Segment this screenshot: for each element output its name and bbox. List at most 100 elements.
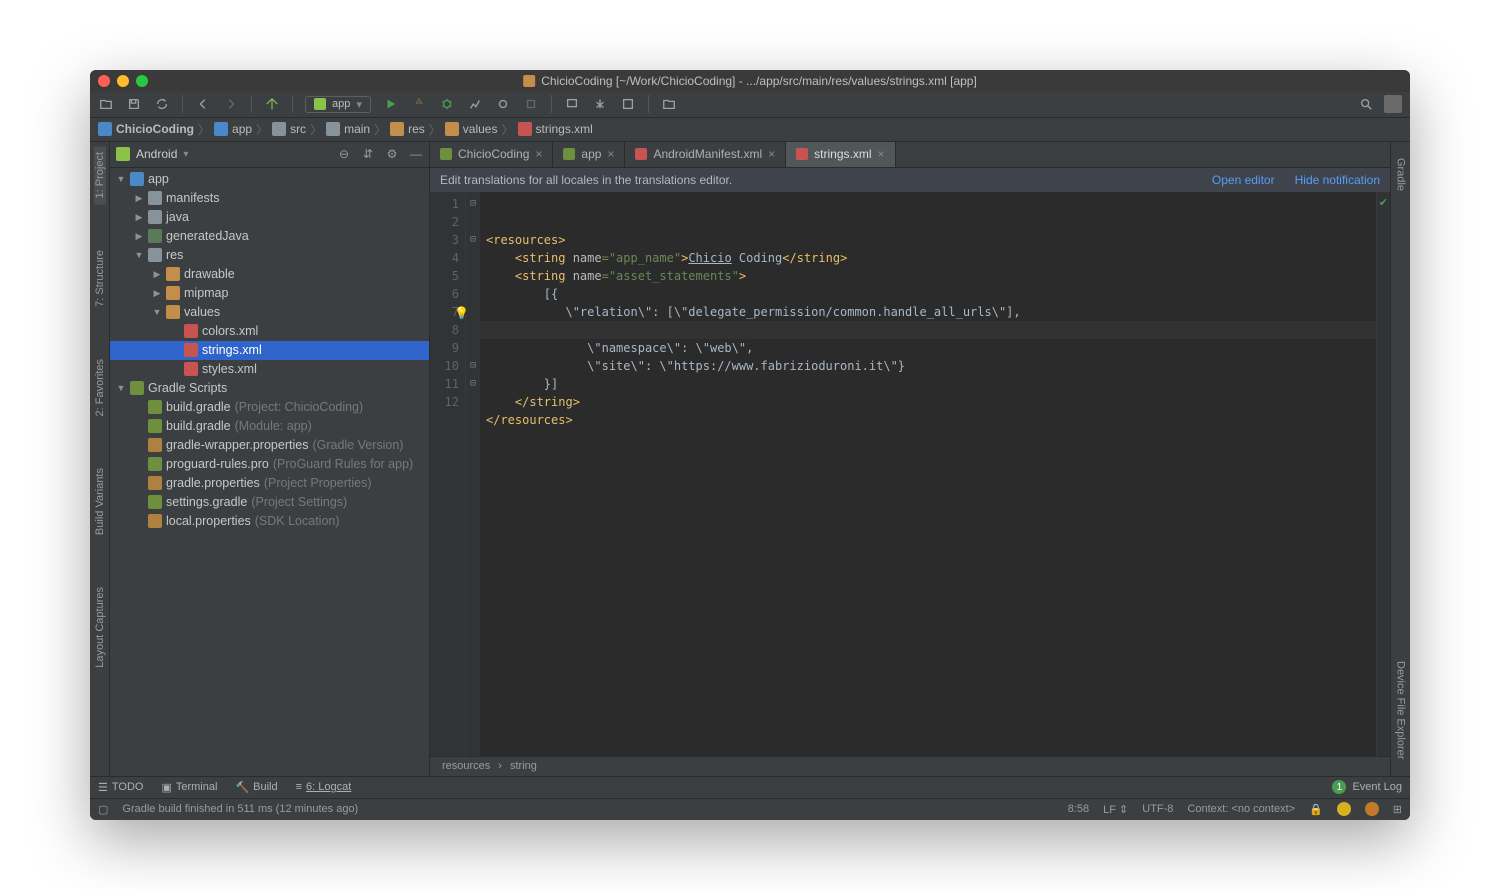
sync-icon[interactable] <box>154 96 170 112</box>
attach-debugger-icon[interactable] <box>495 96 511 112</box>
line-ending[interactable]: LF ⇕ <box>1103 803 1128 816</box>
android-head-icon <box>116 147 130 161</box>
tool-device-explorer[interactable]: Device File Explorer <box>1395 655 1407 765</box>
breadcrumb-item[interactable]: app <box>214 122 252 136</box>
status-square-icon[interactable]: ▢ <box>98 803 108 816</box>
fold-gutter[interactable]: ⊟⊟⊟⊟ <box>466 192 480 756</box>
run-config-selector[interactable]: app▾ <box>305 96 371 113</box>
breadcrumb-item[interactable]: res <box>390 122 425 136</box>
context[interactable]: Context: <no context> <box>1187 803 1295 815</box>
tree-node[interactable]: manifests <box>110 189 429 208</box>
tree-node[interactable]: values <box>110 303 429 322</box>
breadcrumb-item[interactable]: main <box>326 122 370 136</box>
stop-icon[interactable] <box>523 96 539 112</box>
close-tab-icon[interactable]: × <box>535 147 542 161</box>
save-icon[interactable] <box>126 96 142 112</box>
layout-inspector-icon[interactable] <box>620 96 636 112</box>
tree-node[interactable]: gradle-wrapper.properties(Gradle Version… <box>110 436 429 455</box>
close-tab-icon[interactable]: × <box>768 147 775 161</box>
forward-icon[interactable] <box>223 96 239 112</box>
tree-node[interactable]: drawable <box>110 265 429 284</box>
tool-structure[interactable]: 7: Structure <box>94 244 106 313</box>
intention-bulb-icon[interactable]: 💡 <box>454 304 468 318</box>
tree-node[interactable]: strings.xml <box>110 341 429 360</box>
line-gutter[interactable]: 123456789101112 <box>430 192 466 756</box>
tree-node[interactable]: mipmap <box>110 284 429 303</box>
tool-gradle[interactable]: Gradle <box>1395 152 1407 197</box>
sdk-manager-icon[interactable] <box>592 96 608 112</box>
left-tool-strip: 1: Project 7: Structure 2: Favorites Bui… <box>90 142 110 776</box>
settings-filter-icon[interactable]: ⇵ <box>361 147 375 161</box>
tree-node[interactable]: colors.xml <box>110 322 429 341</box>
tree-node[interactable]: styles.xml <box>110 360 429 379</box>
breadcrumb-item[interactable]: ChicioCoding <box>98 122 194 136</box>
editor-tab[interactable]: ChicioCoding× <box>430 142 553 167</box>
tree-node[interactable]: app <box>110 170 429 189</box>
debug-icon[interactable] <box>439 96 455 112</box>
editor-tab[interactable]: app× <box>553 142 625 167</box>
tool-terminal[interactable]: ▣ Terminal <box>161 781 217 794</box>
search-icon[interactable] <box>1358 96 1374 112</box>
status-bar: ▢ Gradle build finished in 511 ms (12 mi… <box>90 798 1410 820</box>
editor-breadcrumb[interactable]: resources›string <box>430 756 1390 776</box>
hide-icon[interactable]: — <box>409 147 423 161</box>
make-icon[interactable] <box>264 96 280 112</box>
editor-tab[interactable]: AndroidManifest.xml× <box>625 142 786 167</box>
run-icon[interactable] <box>383 96 399 112</box>
tree-node[interactable]: build.gradle(Project: ChicioCoding) <box>110 398 429 417</box>
open-icon[interactable] <box>98 96 114 112</box>
tool-event-log[interactable]: Event Log <box>1352 781 1402 793</box>
hide-notification-link[interactable]: Hide notification <box>1295 173 1380 187</box>
close-tab-icon[interactable]: × <box>878 147 885 161</box>
tool-todo[interactable]: ☰ TODO <box>98 781 143 794</box>
code-content[interactable]: 💡<resources> <string name="app_name">Chi… <box>480 192 1376 756</box>
inspection-face-icon[interactable] <box>1337 802 1351 816</box>
project-view-selector[interactable]: Android <box>136 147 177 161</box>
profile-icon[interactable] <box>467 96 483 112</box>
back-icon[interactable] <box>195 96 211 112</box>
code-editor[interactable]: 123456789101112 ⊟⊟⊟⊟ 💡<resources> <strin… <box>430 192 1390 756</box>
tree-node[interactable]: local.properties(SDK Location) <box>110 512 429 531</box>
gear-icon[interactable]: ⚙ <box>385 147 399 161</box>
tree-node[interactable]: settings.gradle(Project Settings) <box>110 493 429 512</box>
open-editor-link[interactable]: Open editor <box>1212 173 1275 187</box>
minimize-icon[interactable] <box>117 75 129 87</box>
tree-node[interactable]: build.gradle(Module: app) <box>110 417 429 436</box>
apply-changes-icon[interactable] <box>411 96 427 112</box>
tool-logcat[interactable]: ≡ 6: Logcat <box>296 781 352 793</box>
avd-manager-icon[interactable] <box>564 96 580 112</box>
tool-favorites[interactable]: 2: Favorites <box>94 353 106 422</box>
maximize-icon[interactable] <box>136 75 148 87</box>
banner-message: Edit translations for all locales in the… <box>440 173 732 187</box>
window-title: ChicioCoding [~/Work/ChicioCoding] - ...… <box>523 74 977 88</box>
file-encoding[interactable]: UTF-8 <box>1142 803 1173 815</box>
breadcrumb-item[interactable]: src <box>272 122 306 136</box>
current-line-highlight <box>480 321 1376 339</box>
project-tree[interactable]: appmanifestsjavageneratedJavaresdrawable… <box>110 168 429 776</box>
caret-position[interactable]: 8:58 <box>1068 803 1089 815</box>
close-icon[interactable] <box>98 75 110 87</box>
memory-face-icon[interactable] <box>1365 802 1379 816</box>
tree-node[interactable]: java <box>110 208 429 227</box>
tree-node[interactable]: gradle.properties(Project Properties) <box>110 474 429 493</box>
tool-build[interactable]: 🔨 Build <box>235 781 277 794</box>
tool-project[interactable]: 1: Project <box>94 146 106 204</box>
editor-area: ChicioCoding×app×AndroidManifest.xml×str… <box>430 142 1390 776</box>
tree-node[interactable]: generatedJava <box>110 227 429 246</box>
project-structure-icon[interactable] <box>661 96 677 112</box>
tree-node[interactable]: Gradle Scripts <box>110 379 429 398</box>
tree-node[interactable]: res <box>110 246 429 265</box>
close-tab-icon[interactable]: × <box>607 147 614 161</box>
tool-layout-captures[interactable]: Layout Captures <box>94 581 106 674</box>
collapse-icon[interactable]: ⊖ <box>337 147 351 161</box>
breadcrumb-item[interactable]: strings.xml <box>518 122 593 136</box>
error-stripe[interactable]: ✔ <box>1376 192 1390 756</box>
men-icon[interactable]: ⊞ <box>1393 803 1402 816</box>
breadcrumb-item[interactable]: values <box>445 122 498 136</box>
titlebar[interactable]: ChicioCoding [~/Work/ChicioCoding] - ...… <box>90 70 1410 92</box>
tool-build-variants[interactable]: Build Variants <box>94 462 106 541</box>
editor-tab[interactable]: strings.xml× <box>786 142 895 167</box>
user-avatar[interactable] <box>1384 95 1402 113</box>
lock-icon[interactable]: 🔒 <box>1309 803 1323 816</box>
tree-node[interactable]: proguard-rules.pro(ProGuard Rules for ap… <box>110 455 429 474</box>
